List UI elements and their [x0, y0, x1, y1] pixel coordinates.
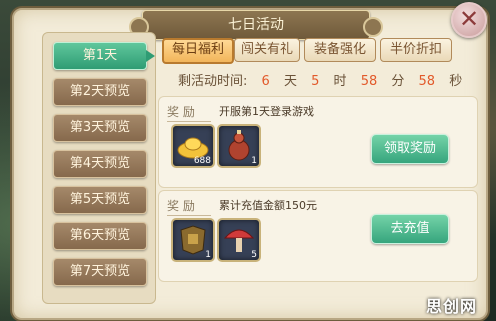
reward-card: 奖 励 开服第1天登录游戏 688 1 领取奖励	[158, 96, 478, 188]
watermark: 思创网	[426, 297, 478, 316]
timer-hours-unit: 时	[333, 74, 347, 89]
reward-card: 奖 励 累计充值金额150元 1 5 去充值	[158, 190, 478, 282]
reward-label: 奖 励	[167, 199, 195, 213]
reward-item[interactable]: 1	[217, 124, 261, 168]
timer-hours: 5	[311, 74, 320, 89]
reward-condition: 累计充值金额150元	[219, 199, 317, 212]
claim-reward-button[interactable]: 领取奖励	[371, 134, 449, 164]
timer-days-unit: 天	[283, 74, 297, 89]
timer-minutes: 58	[360, 74, 378, 89]
tab-daily-welfare[interactable]: 每日福利	[162, 38, 234, 64]
item-count: 688	[193, 156, 211, 166]
timer-seconds: 58	[418, 74, 436, 89]
reward-item[interactable]: 5	[217, 218, 261, 262]
timer-minutes-unit: 分	[391, 74, 405, 89]
tab-half-price[interactable]: 半价折扣	[380, 38, 452, 62]
item-count: 1	[205, 250, 211, 260]
recharge-button[interactable]: 去充值	[371, 214, 449, 244]
divider	[167, 215, 211, 216]
day-tab-5[interactable]: 第5天预览	[53, 186, 147, 214]
tab-equipment-upgrade[interactable]: 装备强化	[304, 38, 376, 62]
item-count: 5	[251, 250, 257, 260]
timer-days: 6	[261, 74, 270, 89]
day-tab-3[interactable]: 第3天预览	[53, 114, 147, 142]
reward-item[interactable]: 688	[171, 124, 215, 168]
day-tab-2[interactable]: 第2天预览	[53, 78, 147, 106]
reward-condition: 开服第1天登录游戏	[219, 105, 314, 118]
panel-title: 七日活动	[129, 10, 383, 40]
day-tab-7[interactable]: 第7天预览	[53, 258, 147, 286]
close-icon: ✕	[458, 5, 480, 33]
tab-stage-rewards[interactable]: 闯关有礼	[234, 38, 300, 62]
day-tab-1[interactable]: 第1天	[53, 42, 155, 70]
day-tab-6[interactable]: 第6天预览	[53, 222, 147, 250]
timer-seconds-unit: 秒	[449, 74, 463, 89]
day-tab-4[interactable]: 第4天预览	[53, 150, 147, 178]
reward-label: 奖 励	[167, 105, 195, 119]
event-timer: 剩活动时间: 6 天 5 时 58 分 58 秒	[178, 70, 472, 89]
divider	[167, 121, 211, 122]
close-button[interactable]: ✕	[451, 2, 487, 38]
reward-item[interactable]: 1	[171, 218, 215, 262]
timer-label: 剩活动时间:	[178, 74, 248, 89]
item-count: 1	[251, 156, 257, 166]
